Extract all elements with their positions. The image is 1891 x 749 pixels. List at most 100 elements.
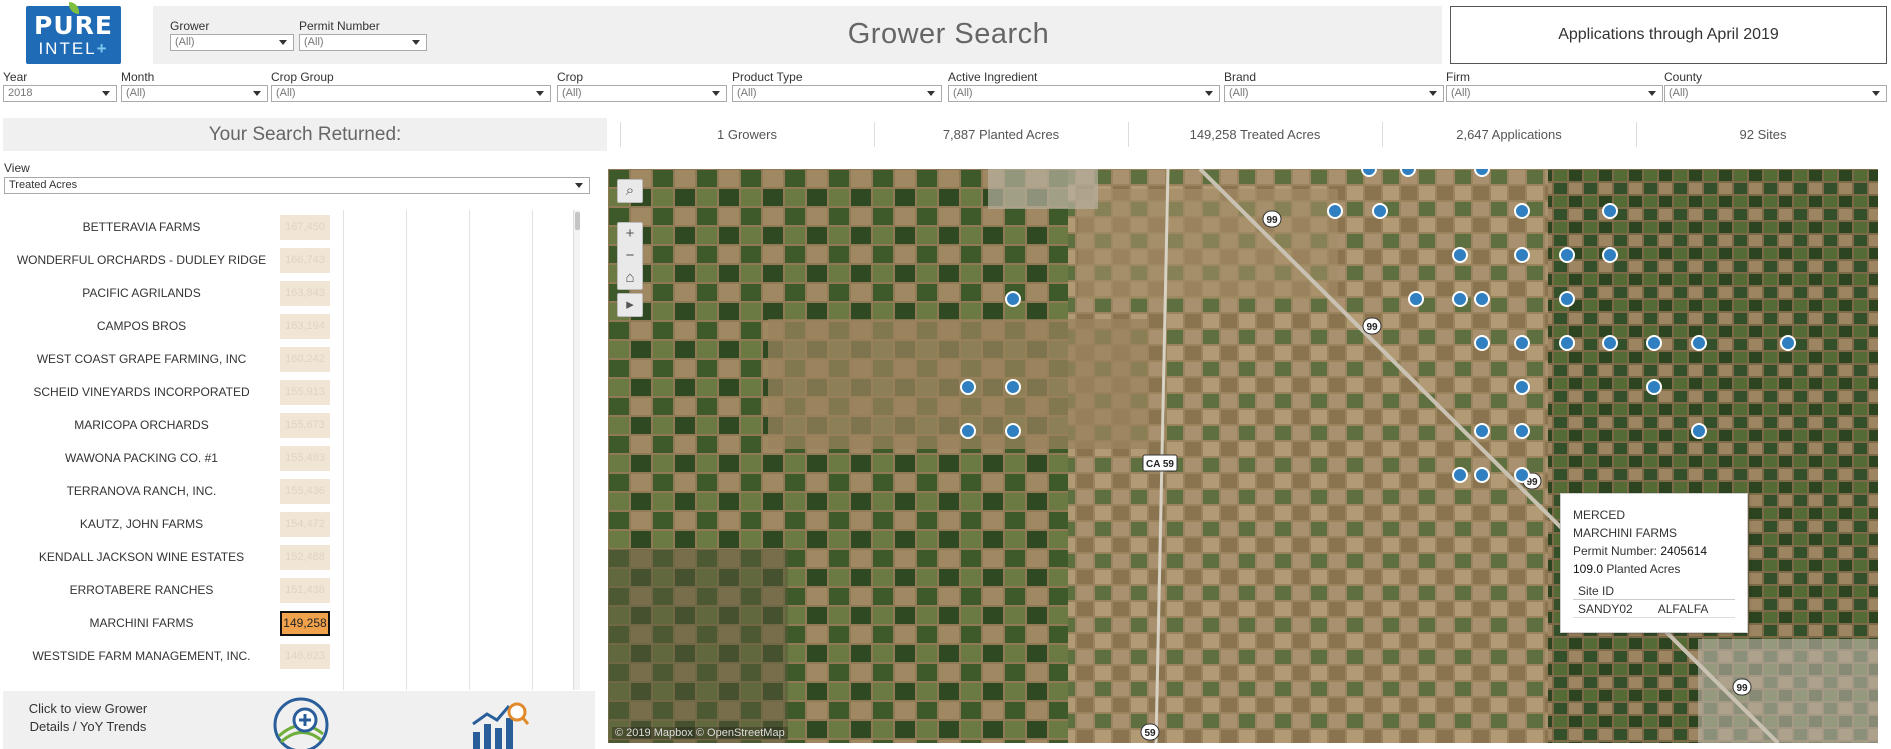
site-marker[interactable] [960, 423, 976, 439]
site-marker[interactable] [1646, 335, 1662, 351]
grower-name: TERRANOVA RANCH, INC. [66, 484, 217, 498]
site-marker[interactable] [1514, 423, 1530, 439]
product-type-filter-label: Product Type [732, 70, 803, 84]
site-marker[interactable] [1361, 169, 1377, 177]
riparian-southwest [608, 549, 788, 743]
grower-row[interactable]: PACIFIC AGRILANDS 163,843 [3, 277, 563, 310]
active-ingredient-select[interactable]: (All) [948, 85, 1220, 102]
brand-select[interactable]: (All) [1224, 85, 1444, 102]
tooltip-permit-value: 2405614 [1660, 544, 1708, 558]
map-play-control[interactable]: ▸ [617, 293, 643, 317]
chevron-down-icon [575, 183, 583, 188]
grower-list-scrollbar[interactable] [573, 210, 580, 690]
grower-details-icon[interactable] [271, 696, 331, 749]
site-marker[interactable] [1474, 335, 1490, 351]
grower-row[interactable]: CAMPOS BROS 163,194 [3, 310, 563, 343]
grower-name: WAWONA PACKING CO. #1 [65, 451, 218, 465]
grower-value[interactable]: 167,450 [280, 215, 330, 240]
site-marker[interactable] [1691, 423, 1707, 439]
site-marker[interactable] [1372, 203, 1388, 219]
grower-value[interactable]: 146,623 [280, 644, 330, 669]
site-marker[interactable] [1514, 203, 1530, 219]
site-marker[interactable] [1602, 335, 1618, 351]
site-marker[interactable] [960, 379, 976, 395]
chevron-down-icon [1872, 91, 1880, 96]
site-marker[interactable] [1691, 335, 1707, 351]
site-marker[interactable] [1474, 291, 1490, 307]
site-marker[interactable] [1559, 247, 1575, 263]
site-marker[interactable] [1602, 247, 1618, 263]
site-marker[interactable] [1408, 291, 1424, 307]
grower-value[interactable]: 166,743 [280, 248, 330, 273]
site-marker[interactable] [1452, 247, 1468, 263]
site-marker[interactable] [1005, 291, 1021, 307]
grower-value[interactable]: 163,843 [280, 281, 330, 306]
grower-row[interactable]: WEST COAST GRAPE FARMING, INC 160,242 [3, 343, 563, 376]
site-marker[interactable] [1514, 335, 1530, 351]
grower-value[interactable]: 160,242 [280, 347, 330, 372]
grower-row[interactable]: ERROTABERE RANCHES 151,438 [3, 574, 563, 607]
grower-value[interactable]: 155,673 [280, 413, 330, 438]
grower-list[interactable]: BETTERAVIA FARMS 167,450 WONDERFUL ORCHARD… [3, 210, 580, 690]
grower-row[interactable]: KENDALL JACKSON WINE ESTATES 152,488 [3, 541, 563, 574]
site-marker[interactable] [1005, 423, 1021, 439]
year-select[interactable]: 2018 [3, 85, 117, 102]
grower-select-value: (All) [175, 36, 195, 48]
site-marker[interactable] [1646, 379, 1662, 395]
grower-row[interactable]: KAUTZ, JOHN FARMS 154,472 [3, 508, 563, 541]
month-select[interactable]: (All) [121, 85, 268, 102]
site-marker[interactable] [1602, 203, 1618, 219]
grower-value[interactable]: 151,438 [280, 578, 330, 603]
site-marker[interactable] [1514, 379, 1530, 395]
chevron-down-icon [412, 40, 420, 45]
firm-select-value: (All) [1451, 87, 1471, 99]
firm-select[interactable]: (All) [1446, 85, 1663, 102]
site-marker[interactable] [1474, 169, 1490, 177]
crop-group-select[interactable]: (All) [271, 85, 551, 102]
permit-select[interactable]: (All) [299, 34, 427, 51]
grower-select[interactable]: (All) [170, 34, 294, 51]
grower-row[interactable]: MARICOPA ORCHARDS 155,673 [3, 409, 563, 442]
grower-row[interactable]: SCHEID VINEYARDS INCORPORATED 155,913 [3, 376, 563, 409]
site-marker[interactable] [1452, 291, 1468, 307]
play-icon[interactable]: ▸ [618, 294, 642, 316]
site-marker[interactable] [1514, 467, 1530, 483]
grower-row[interactable]: WONDERFUL ORCHARDS - DUDLEY RIDGE 166,743 [3, 244, 563, 277]
home-icon[interactable]: ⌂ [618, 267, 642, 289]
grower-value[interactable]: 163,194 [280, 314, 330, 339]
grower-value[interactable]: 154,472 [280, 512, 330, 537]
site-marker[interactable] [1005, 379, 1021, 395]
grower-row[interactable]: MARCHINI FARMS 149,258 [3, 607, 563, 640]
site-marker[interactable] [1559, 335, 1575, 351]
site-marker[interactable] [1327, 203, 1343, 219]
site-marker[interactable] [1514, 247, 1530, 263]
yoy-trends-icon[interactable] [469, 696, 529, 749]
county-select[interactable]: (All) [1664, 85, 1887, 102]
site-marker[interactable] [1780, 335, 1796, 351]
zoom-out-icon[interactable]: − [618, 245, 642, 267]
grower-value[interactable]: 155,913 [280, 380, 330, 405]
grower-row[interactable]: WESTSIDE FARM MANAGEMENT, INC. 146,623 [3, 640, 563, 673]
site-marker[interactable] [1400, 169, 1416, 177]
grower-row[interactable]: BETTERAVIA FARMS 167,450 [3, 211, 563, 244]
map-view[interactable]: 99 99 CA 59 99 99 59 ⌕ + − ⌂ ▸ © 2019 Mapbox … [608, 169, 1878, 743]
product-type-select[interactable]: (All) [732, 85, 942, 102]
view-select[interactable]: Treated Acres [4, 177, 590, 194]
tooltip-planted: 109.0 Planted Acres [1573, 560, 1735, 578]
grower-value[interactable]: 152,488 [280, 545, 330, 570]
grower-row[interactable]: WAWONA PACKING CO. #1 155,493 [3, 442, 563, 475]
site-marker[interactable] [1474, 423, 1490, 439]
grower-row[interactable]: TERRANOVA RANCH, INC. 155,436 [3, 475, 563, 508]
grower-value-selected[interactable]: 149,258 [280, 611, 330, 636]
search-icon[interactable]: ⌕ [618, 180, 642, 202]
scrollbar-thumb[interactable] [575, 212, 580, 230]
crop-select[interactable]: (All) [557, 85, 727, 102]
site-marker[interactable] [1559, 291, 1575, 307]
grower-value[interactable]: 155,436 [280, 479, 330, 504]
satellite-map[interactable]: 9999CA 59999959 [608, 169, 1878, 743]
zoom-in-icon[interactable]: + [618, 223, 642, 245]
site-marker[interactable] [1474, 467, 1490, 483]
map-search-control[interactable]: ⌕ [617, 179, 643, 203]
site-marker[interactable] [1452, 467, 1468, 483]
grower-value[interactable]: 155,493 [280, 446, 330, 471]
